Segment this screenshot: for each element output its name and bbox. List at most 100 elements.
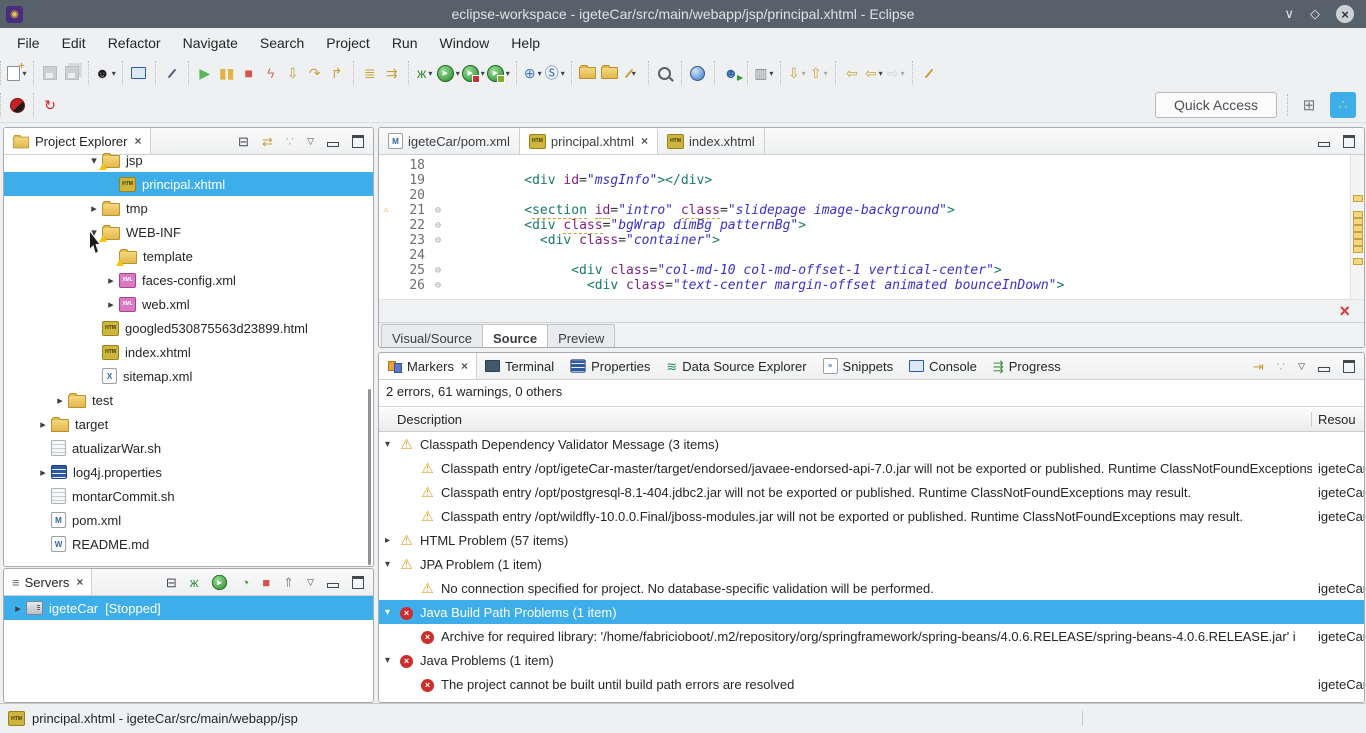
menu-project[interactable]: Project xyxy=(315,31,381,55)
tab-servers[interactable]: ≡ Servers × xyxy=(4,569,92,595)
menu-navigate[interactable]: Navigate xyxy=(172,31,249,55)
tree-expanded-icon[interactable]: ▾ xyxy=(385,607,398,618)
fold-icon[interactable]: ⊖ xyxy=(430,278,446,293)
tree-item-faces-config-xml[interactable]: ▸faces-config.xml xyxy=(4,268,373,292)
previous-annotation-dropdown-icon[interactable]: ▾ xyxy=(824,69,828,78)
quick-access-button[interactable]: Quick Access xyxy=(1155,92,1277,118)
annotation-mark[interactable] xyxy=(1353,218,1363,225)
column-description[interactable]: Description xyxy=(379,412,1311,427)
annotation-mark[interactable] xyxy=(1353,246,1363,253)
maximize-view-icon[interactable] xyxy=(352,576,364,589)
web-service-wizard-button[interactable]: Ⓢ▾ xyxy=(545,62,565,84)
new-web-wizard-button[interactable]: ⊕▾ xyxy=(523,62,543,84)
tree-item-sitemap-xml[interactable]: Xsitemap.xml xyxy=(4,364,373,388)
minimize-view-icon[interactable] xyxy=(327,142,339,147)
disconnect-button[interactable]: ϟ xyxy=(261,62,281,84)
page-tab-source[interactable]: Source xyxy=(482,324,548,348)
menu-search[interactable]: Search xyxy=(249,31,315,55)
annotation-mark[interactable] xyxy=(1353,225,1363,232)
maximize-view-icon[interactable] xyxy=(352,135,364,148)
validation-error-icon[interactable]: × xyxy=(1339,300,1350,322)
window-minimize-icon[interactable]: ∨ xyxy=(1284,6,1294,22)
annotation-mark[interactable] xyxy=(1353,239,1363,246)
menu-run[interactable]: Run xyxy=(381,31,429,55)
view-menu-icon[interactable]: ▽ xyxy=(1298,362,1305,371)
close-icon[interactable]: × xyxy=(641,134,648,148)
debug-button[interactable]: ж▾ xyxy=(415,62,435,84)
column-layout-dropdown-icon[interactable]: ▾ xyxy=(769,69,773,78)
account-button[interactable]: ☻▾ xyxy=(95,62,116,84)
editor-tab-index-xhtml[interactable]: index.xhtml xyxy=(658,128,765,154)
account-dropdown-icon[interactable]: ▾ xyxy=(112,69,116,78)
start-server-icon[interactable]: ▶ xyxy=(212,574,227,589)
javaee-perspective-button[interactable]: ∴ xyxy=(1330,92,1356,118)
minimize-view-icon[interactable] xyxy=(1318,367,1330,372)
tree-collapsed-icon[interactable]: ▸ xyxy=(35,466,51,479)
marker-row-6[interactable]: ⚠No connection specified for project. No… xyxy=(379,576,1364,600)
back-dropdown-icon[interactable]: ▾ xyxy=(879,69,883,78)
menu-help[interactable]: Help xyxy=(500,31,551,55)
tree-expanded-icon[interactable]: ▾ xyxy=(385,439,398,450)
web-browser-button[interactable] xyxy=(688,62,708,84)
column-layout-button[interactable]: ▥▾ xyxy=(754,62,774,84)
column-resource[interactable]: Resou xyxy=(1311,412,1364,427)
tree-item-target[interactable]: ▸target xyxy=(4,412,373,436)
menu-file[interactable]: File xyxy=(6,31,51,55)
tree-item-atualizarwar-sh[interactable]: atualizarWar.sh xyxy=(4,436,373,460)
code-editor[interactable]: 1819 <div id="msgInfo"></div>20⚠21⊖ <sec… xyxy=(379,155,1364,299)
maximize-view-icon[interactable] xyxy=(1343,360,1355,373)
close-icon[interactable]: × xyxy=(461,359,468,373)
fold-icon[interactable]: ⊖ xyxy=(430,263,446,278)
fold-icon[interactable]: ⊖ xyxy=(430,233,446,248)
tree-item-pom-xml[interactable]: Mpom.xml xyxy=(4,508,373,532)
refresh-button[interactable]: ↻ xyxy=(40,94,60,116)
tree-expanded-icon[interactable]: ▾ xyxy=(86,154,102,167)
editor-tab-principal-xhtml[interactable]: principal.xhtml× xyxy=(520,128,658,154)
tree-item-googled530875563d23899-html[interactable]: googled530875563d23899.html xyxy=(4,316,373,340)
window-close-icon[interactable]: × xyxy=(1336,5,1354,23)
tab-terminal[interactable]: Terminal xyxy=(477,353,562,379)
tree-collapsed-icon[interactable]: ▸ xyxy=(385,535,398,546)
tree-item-montarcommit-sh[interactable]: montarCommit.sh xyxy=(4,484,373,508)
tree-expanded-icon[interactable]: ▾ xyxy=(385,559,398,570)
marker-row-3[interactable]: ⚠Classpath entry /opt/wildfly-10.0.0.Fin… xyxy=(379,504,1364,528)
tree-collapsed-icon[interactable]: ▸ xyxy=(103,274,119,287)
run-dropdown-icon[interactable]: ▾ xyxy=(456,69,460,78)
tree-item-log4j-properties[interactable]: ▸log4j.properties xyxy=(4,460,373,484)
tree-item-web-inf[interactable]: ▾WEB-INF xyxy=(4,220,373,244)
marker-row-7[interactable]: ▾×Java Build Path Problems (1 item) xyxy=(379,600,1364,624)
correlate-icon[interactable]: ⇥ xyxy=(1253,360,1264,373)
publish-server-icon[interactable]: ⇑ xyxy=(283,576,294,589)
export-button[interactable] xyxy=(600,62,620,84)
marker-row-10[interactable]: ×The project cannot be built until build… xyxy=(379,672,1364,696)
fold-icon[interactable]: ⊖ xyxy=(430,218,446,233)
maximize-view-icon[interactable] xyxy=(1343,135,1355,148)
run-button[interactable]: ▶▾ xyxy=(437,62,460,84)
next-annotation-button[interactable]: ⇩▾ xyxy=(787,62,807,84)
server-item-igetecar[interactable]: ▸igeteCar[Stopped] xyxy=(4,596,373,620)
tab-data-source-explorer[interactable]: ≋Data Source Explorer xyxy=(658,353,814,379)
back-button[interactable]: ⇦▾ xyxy=(864,62,884,84)
tab-markers[interactable]: Markers× xyxy=(379,353,477,379)
web-service-wizard-dropdown-icon[interactable]: ▾ xyxy=(561,69,565,78)
close-icon[interactable]: × xyxy=(76,575,83,589)
step-over-button[interactable]: ↷ xyxy=(305,62,325,84)
window-maximize-icon[interactable]: ◇ xyxy=(1310,6,1320,22)
drop-to-frame-button[interactable]: ≣ xyxy=(360,62,380,84)
save-all-button[interactable] xyxy=(62,62,82,84)
menu-window[interactable]: Window xyxy=(429,31,501,55)
focus-icon[interactable]: ∵ xyxy=(1277,360,1285,373)
annotation-mark[interactable] xyxy=(1353,258,1363,265)
profile-server-icon[interactable]: ◔ xyxy=(241,576,249,589)
tree-item-tmp[interactable]: ▸tmp xyxy=(4,196,373,220)
link-with-editor-icon[interactable]: ⇄ xyxy=(262,135,273,148)
tree-item-principal-xhtml[interactable]: principal.xhtml xyxy=(4,172,373,196)
resume-button[interactable]: ▶ xyxy=(195,62,215,84)
profile-dropdown-icon[interactable]: ▾ xyxy=(506,69,510,78)
tab-project-explorer[interactable]: Project Explorer × xyxy=(4,128,151,154)
new-web-wizard-dropdown-icon[interactable]: ▾ xyxy=(538,69,542,78)
debug-dropdown-icon[interactable]: ▾ xyxy=(428,69,432,78)
annotation-mark[interactable] xyxy=(1353,211,1363,218)
tree-item-index-xhtml[interactable]: index.xhtml xyxy=(4,340,373,364)
suspend-button[interactable]: ▮▮ xyxy=(217,62,237,84)
